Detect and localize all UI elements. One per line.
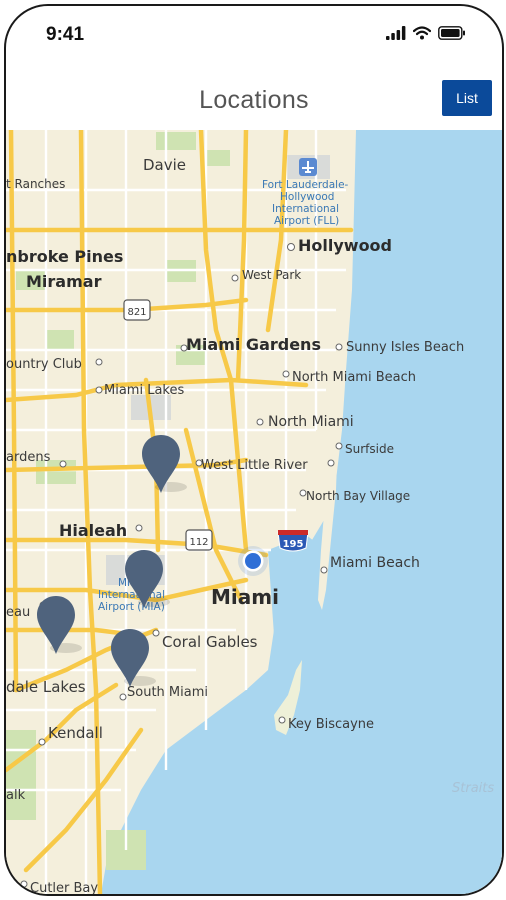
label-beau: eau xyxy=(6,605,30,620)
hwy-195-label: 195 xyxy=(283,539,304,550)
map-view[interactable]: 821 112 195 Davie t Ranches Fort Lauderd… xyxy=(6,130,502,894)
label-west-park: West Park xyxy=(242,268,301,282)
label-fort-ranches: t Ranches xyxy=(6,177,65,191)
hwy-112-label: 112 xyxy=(189,537,208,548)
label-north-miami: North Miami xyxy=(268,414,354,430)
label-kendall: Kendall xyxy=(48,724,103,742)
hwy-821-shield: 821 xyxy=(123,299,151,321)
label-hialeah: Hialeah xyxy=(59,521,127,540)
list-button[interactable]: List xyxy=(442,80,492,116)
current-location-dot xyxy=(238,546,268,576)
label-davie: Davie xyxy=(143,156,186,174)
hwy-112-shield: 112 xyxy=(185,529,213,551)
label-airport-fll-3: International xyxy=(272,203,339,215)
label-key-biscayne: Key Biscayne xyxy=(288,717,374,732)
airport-plane-icon xyxy=(299,158,317,176)
label-north-bay-village: North Bay Village xyxy=(306,489,410,503)
label-surfside: Surfside xyxy=(345,442,394,456)
label-gardens: ardens xyxy=(6,450,51,465)
status-time: 9:41 xyxy=(46,24,85,45)
phone-frame: 9:41 Locations List 821 112 195 Davie t … xyxy=(4,4,504,896)
map-canvas[interactable]: 821 112 195 Davie t Ranches Fort Lauderd… xyxy=(6,130,502,894)
label-pembroke-pines: nbroke Pines xyxy=(6,247,123,266)
label-airport-fll-1: Fort Lauderdale- xyxy=(262,179,349,191)
label-dale-lakes: dale Lakes xyxy=(6,678,86,696)
status-bar: 9:41 xyxy=(6,6,502,68)
label-miramar: Miramar xyxy=(26,272,102,291)
label-straits: Straits xyxy=(452,781,494,796)
label-miami-lakes: Miami Lakes xyxy=(104,383,184,398)
label-sunny-isles: Sunny Isles Beach xyxy=(346,340,464,355)
label-airport-fll-2: Hollywood xyxy=(280,191,334,203)
label-south-miami: South Miami xyxy=(127,685,208,700)
status-icons xyxy=(386,26,466,40)
label-coral-gables: Coral Gables xyxy=(162,633,258,651)
signal-icon xyxy=(386,26,406,40)
label-cutler-bay: Cutler Bay xyxy=(30,881,98,894)
label-alk: alk xyxy=(6,788,26,803)
hwy-195-shield: 195 xyxy=(277,530,309,552)
page-title: Locations xyxy=(199,86,309,114)
label-west-little-river: West Little River xyxy=(201,458,308,473)
label-north-miami-beach: North Miami Beach xyxy=(292,370,416,385)
battery-icon xyxy=(438,26,465,40)
label-miami-gardens: Miami Gardens xyxy=(186,335,321,354)
wifi-icon xyxy=(413,26,431,40)
label-miami: Miami xyxy=(211,585,279,609)
nav-bar: Locations List xyxy=(6,68,502,131)
label-airport-fll-4: Airport (FLL) xyxy=(274,215,339,227)
label-miami-beach: Miami Beach xyxy=(330,555,420,571)
hwy-821-label: 821 xyxy=(127,307,146,318)
label-country-club: ountry Club xyxy=(6,357,82,372)
label-hollywood: Hollywood xyxy=(298,236,392,255)
